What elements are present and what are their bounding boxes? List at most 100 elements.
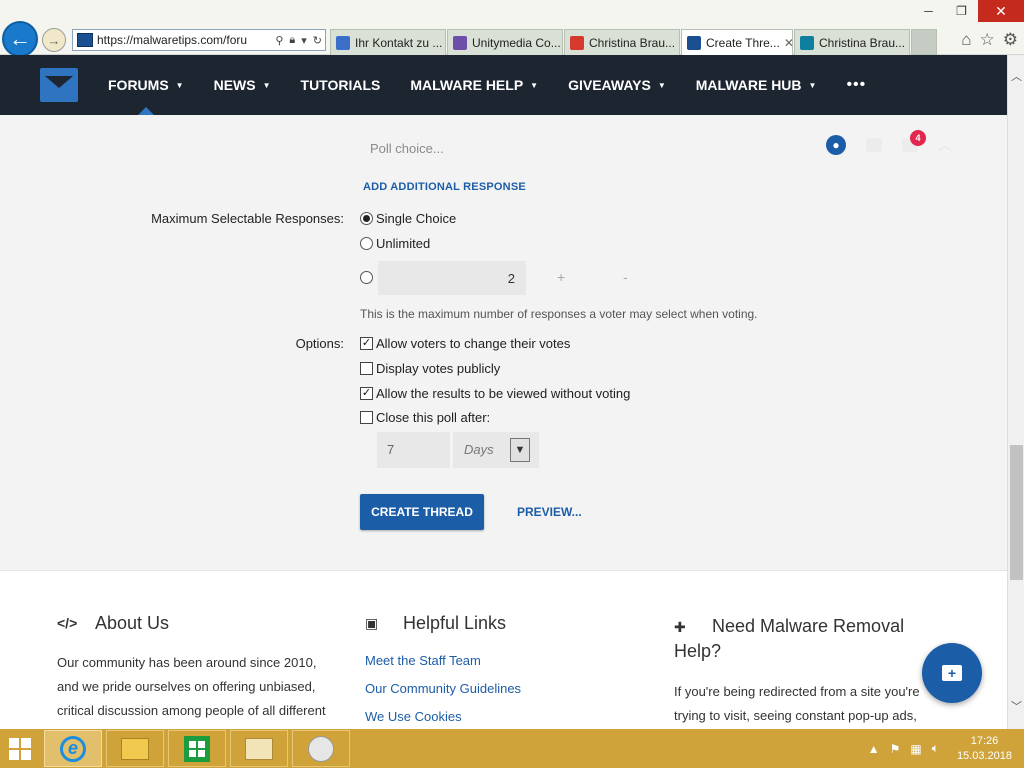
option-change-votes[interactable]: ✓ Allow voters to change their votes	[360, 336, 570, 351]
search-icon[interactable]: ⚲	[275, 34, 283, 47]
nav-more-icon[interactable]: •••	[846, 76, 866, 94]
link-staff-team[interactable]: Meet the Staff Team	[365, 647, 655, 675]
new-post-fab[interactable]: +	[922, 643, 982, 703]
forward-button[interactable]: →	[42, 28, 66, 52]
max-responses-hint: This is the maximum number of responses …	[360, 307, 758, 321]
decrement-button[interactable]: -	[623, 269, 628, 285]
folder-icon	[121, 737, 149, 760]
radio-unlimited[interactable]: Unlimited	[360, 236, 430, 251]
nav-label: TUTORIALS	[300, 77, 381, 93]
tab-close-icon[interactable]: ✕	[780, 36, 792, 50]
add-response-link[interactable]: ADD ADDITIONAL RESPONSE	[363, 181, 526, 193]
scroll-down-icon[interactable]: ﹀	[1008, 697, 1024, 714]
taskbar-file-explorer[interactable]	[106, 730, 164, 767]
browser-tab[interactable]: Unitymedia Co...	[447, 29, 563, 55]
scroll-up-icon[interactable]: ︿	[1008, 67, 1024, 84]
restore-button[interactable]: ❐	[945, 0, 978, 22]
scrollbar-thumb[interactable]	[1010, 445, 1023, 580]
site-logo[interactable]	[40, 68, 78, 102]
alerts-icon[interactable]: 4	[902, 130, 926, 152]
preview-button[interactable]: PREVIEW...	[517, 505, 582, 519]
close-window-button[interactable]: ✕	[978, 0, 1024, 22]
footer-about-title: About Us	[95, 613, 170, 633]
address-url[interactable]: https://malwaretips.com/foru	[97, 33, 272, 47]
chevron-down-icon[interactable]: ▼	[510, 438, 530, 462]
chevron-up-icon[interactable]: ︿	[938, 135, 952, 155]
taskbar-outlook[interactable]	[230, 730, 288, 767]
tab-label: Ihr Kontakt zu ...	[355, 35, 443, 50]
max-responses-number-input[interactable]: 2	[378, 261, 526, 295]
option-display-votes[interactable]: Display votes publicly	[360, 361, 500, 376]
close-after-number-input[interactable]: 7	[377, 432, 450, 468]
checkbox-unchecked[interactable]	[360, 411, 373, 424]
taskbar-clock[interactable]: 17:26 15.03.2018	[957, 734, 1012, 764]
radio-button[interactable]	[360, 237, 373, 250]
checkbox-checked[interactable]: ✓	[360, 387, 373, 400]
dropdown-icon[interactable]: ▾	[301, 34, 307, 47]
nav-tutorials[interactable]: TUTORIALS	[301, 55, 381, 115]
code-icon: </>	[57, 615, 78, 631]
clock-date: 15.03.2018	[956, 749, 1012, 762]
checkbox-unchecked[interactable]	[360, 362, 373, 375]
favorites-star-icon[interactable]: ☆	[980, 30, 995, 50]
taskbar-store[interactable]	[168, 730, 226, 767]
create-thread-button[interactable]: CREATE THREAD	[360, 494, 484, 530]
nav-giveaways[interactable]: GIVEAWAYS ▼	[568, 55, 666, 115]
footer-about-text: Our community has been around since 2010…	[57, 651, 347, 723]
tray-expand-icon[interactable]: ▲	[868, 742, 880, 756]
vertical-scrollbar[interactable]: ︿ ﹀	[1007, 55, 1024, 729]
nav-malware-hub[interactable]: MALWARE HUB ▼	[696, 55, 817, 115]
link-cookies[interactable]: We Use Cookies	[365, 703, 655, 731]
checkbox-label: Allow the results to be viewed without v…	[376, 386, 631, 401]
back-button[interactable]: ←	[2, 21, 38, 57]
taskbar-internet-explorer[interactable]: e	[44, 730, 102, 767]
refresh-icon[interactable]: ↻	[313, 34, 322, 47]
tab-label: Create Thre...	[706, 35, 780, 50]
browser-tab[interactable]: Christina Brau...	[564, 29, 680, 55]
select-value: Days	[464, 442, 494, 457]
browser-tab[interactable]: Christina Brau...	[794, 29, 910, 55]
minimize-button[interactable]: ─	[912, 0, 945, 22]
about-line: Our community has been around since 2010…	[57, 655, 317, 670]
radio-button[interactable]	[360, 271, 373, 284]
increment-button[interactable]: +	[557, 269, 565, 285]
footer-removal: ✚ Need Malware Removal Help? If you're be…	[674, 613, 934, 728]
action-center-flag-icon[interactable]: ⚑	[890, 742, 901, 756]
volume-icon[interactable]: 🔈︎	[932, 741, 939, 756]
site-navigation: FORUMS ▼ NEWS ▼ TUTORIALS MALWARE HELP ▼ GI…	[0, 55, 1007, 115]
home-icon[interactable]: ⌂	[961, 30, 971, 50]
option-close-poll[interactable]: Close this poll after:	[360, 410, 490, 425]
new-tab-button[interactable]	[911, 29, 937, 55]
tab-favicon-icon	[687, 35, 701, 50]
footer-about: </> About Us Our community has been arou…	[57, 613, 347, 723]
option-view-results[interactable]: ✓ Allow the results to be viewed without…	[360, 386, 630, 401]
checkbox-checked[interactable]: ✓	[360, 337, 373, 350]
lock-icon[interactable]: 🔒︎	[289, 34, 295, 47]
poll-choice-input[interactable]: Poll choice...	[360, 133, 800, 163]
radio-custom-number[interactable]	[360, 271, 373, 284]
removal-line: trying to visit, seeing constant pop-up …	[674, 708, 917, 723]
caret-down-icon: ▼	[657, 80, 666, 90]
address-bar[interactable]: https://malwaretips.com/foru ⚲ 🔒︎ ▾ ↻	[72, 29, 326, 51]
radio-button[interactable]	[360, 212, 373, 225]
window-controls: ─ ❐ ✕	[912, 0, 1024, 22]
nav-malware-help[interactable]: MALWARE HELP ▼	[410, 55, 538, 115]
settings-gear-icon[interactable]: ⚙	[1003, 30, 1018, 50]
nav-forums[interactable]: FORUMS ▼	[108, 55, 184, 115]
start-button[interactable]	[0, 729, 40, 768]
footer-removal-heading: ✚ Need Malware Removal Help?	[674, 613, 934, 663]
link-guidelines[interactable]: Our Community Guidelines	[365, 675, 655, 703]
footer-links-title: Helpful Links	[403, 613, 507, 633]
browser-tab[interactable]: Ihr Kontakt zu ...	[330, 29, 446, 55]
inbox-icon[interactable]	[866, 138, 882, 152]
browser-tab-active[interactable]: Create Thre... ✕	[681, 29, 793, 55]
nav-news[interactable]: NEWS ▼	[214, 55, 271, 115]
network-icon[interactable]: ▦	[910, 742, 921, 756]
browser-toolbar: ⌂ ☆ ⚙	[961, 30, 1018, 50]
tab-strip: Ihr Kontakt zu ... Unitymedia Co... Chri…	[330, 29, 937, 55]
about-line: critical discussion among people of all …	[57, 703, 326, 718]
radio-single-choice[interactable]: Single Choice	[360, 211, 456, 226]
taskbar-paint[interactable]	[292, 730, 350, 767]
user-account-icon[interactable]: ●	[826, 135, 846, 155]
close-after-unit-select[interactable]: Days ▼	[453, 432, 539, 468]
